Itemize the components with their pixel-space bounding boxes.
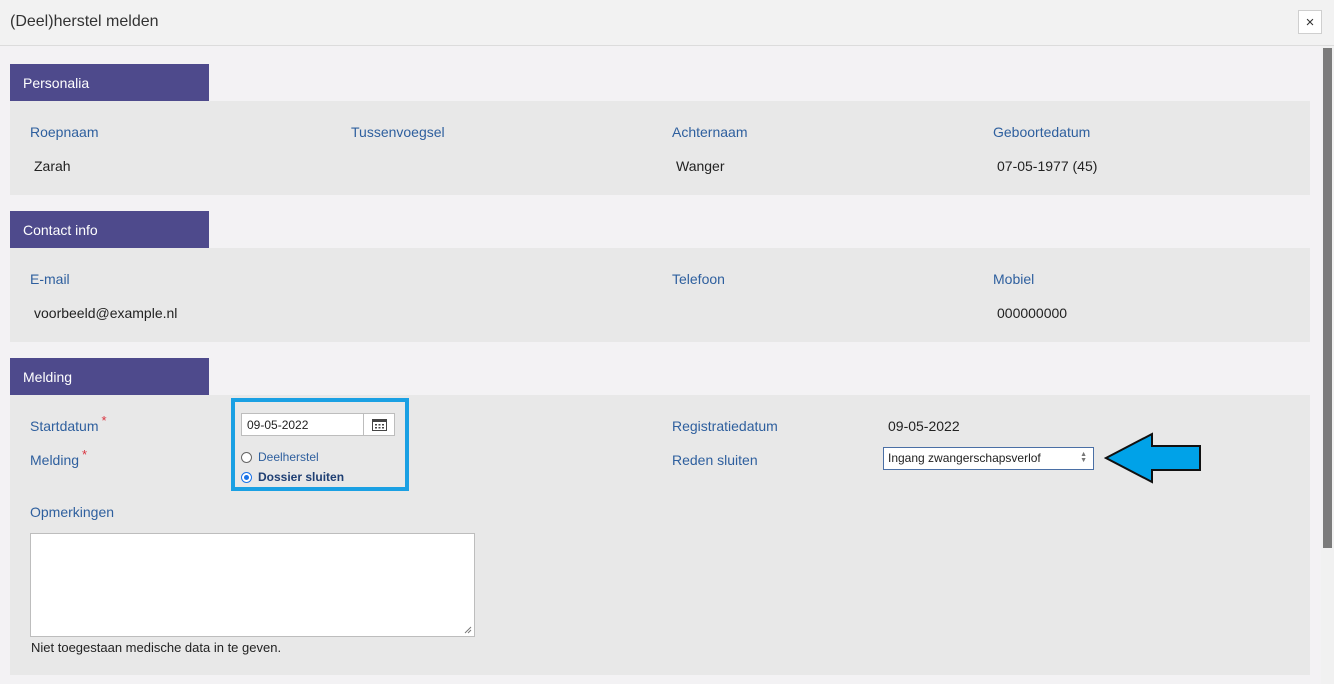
radio-label: Dossier sluiten <box>258 470 345 484</box>
label-melding: Melding * <box>30 447 88 468</box>
section-panel-personalia <box>10 101 1310 195</box>
resize-grip-icon[interactable] <box>464 626 472 634</box>
value-roepnaam: Zarah <box>34 158 71 174</box>
label-email: E-mail <box>30 271 70 287</box>
arrow-left-icon <box>1104 432 1201 484</box>
label-telefoon: Telefoon <box>672 271 725 287</box>
label-roepnaam: Roepnaam <box>30 124 99 140</box>
dialog-title: (Deel)herstel melden <box>10 13 159 30</box>
reden-sluiten-select[interactable]: Ingang zwangerschapsverlof ▲ ▼ <box>883 447 1094 470</box>
startdatum-input[interactable] <box>241 413 364 436</box>
value-geboortedatum: 07-05-1977 (45) <box>997 158 1098 174</box>
select-value: Ingang zwangerschapsverlof <box>888 451 1041 465</box>
dialog-titlebar: (Deel)herstel melden × <box>0 0 1334 46</box>
label-mobiel: Mobiel <box>993 271 1035 287</box>
label-startdatum: Startdatum * <box>30 413 107 434</box>
section-header-melding: Melding <box>10 358 209 395</box>
calendar-button[interactable] <box>364 413 395 436</box>
value-achternaam: Wanger <box>676 158 725 174</box>
value-registratiedatum: 09-05-2022 <box>888 418 960 434</box>
radio-label: Deelherstel <box>258 450 319 464</box>
value-mobiel: 000000000 <box>997 305 1068 321</box>
close-button[interactable]: × <box>1298 10 1322 34</box>
required-marker: * <box>82 447 88 462</box>
section-panel-contact <box>10 248 1310 342</box>
scrollbar[interactable] <box>1321 46 1334 684</box>
label-registratiedatum: Registratiedatum <box>672 418 778 434</box>
label-opmerkingen: Opmerkingen <box>30 504 115 520</box>
label-tussenvoegsel: Tussenvoegsel <box>351 124 445 140</box>
label-reden-sluiten: Reden sluiten <box>672 452 758 468</box>
calendar-icon <box>371 419 387 431</box>
radio-button[interactable] <box>241 451 252 463</box>
radio-deelherstel[interactable]: Deelherstel <box>241 448 401 466</box>
label-achternaam: Achternaam <box>672 124 748 140</box>
select-arrows-icon: ▲ ▼ <box>1080 451 1087 464</box>
scrollbar-thumb[interactable] <box>1323 48 1332 548</box>
value-email: voorbeeld@example.nl <box>34 305 178 321</box>
radio-button-checked[interactable] <box>241 471 252 483</box>
close-icon: × <box>1305 13 1315 31</box>
opmerkingen-note: Niet toegestaan medische data in te geve… <box>31 640 282 655</box>
section-header-contact: Contact info <box>10 211 209 248</box>
section-header-personalia: Personalia <box>10 64 209 101</box>
radio-dossier-sluiten[interactable]: Dossier sluiten <box>241 468 401 486</box>
label-geboortedatum: Geboortedatum <box>993 124 1091 140</box>
opmerkingen-textarea[interactable] <box>30 533 475 637</box>
required-marker: * <box>101 413 107 428</box>
